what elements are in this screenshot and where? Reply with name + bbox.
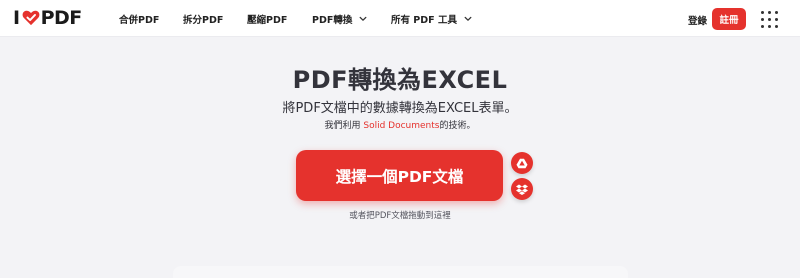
credit-prefix: 我們利用 xyxy=(324,121,364,131)
select-pdf-button[interactable]: 選擇一個PDF文檔 xyxy=(296,150,503,201)
nav-all-pdf-tools[interactable]: 所有 PDF 工具 xyxy=(391,12,472,26)
nav-compress-pdf[interactable]: 壓縮PDF xyxy=(247,12,287,26)
nav-label: PDF轉換 xyxy=(312,15,353,26)
nav-split-pdf[interactable]: 拆分PDF xyxy=(183,12,223,26)
nav-label: 所有 PDF 工具 xyxy=(391,15,457,26)
chevron-down-icon xyxy=(359,16,367,21)
chevron-down-icon xyxy=(464,16,472,21)
grid-dots-icon[interactable] xyxy=(760,10,778,28)
nav-merge-pdf[interactable]: 合併PDF xyxy=(119,12,159,26)
logo-suffix: PDF xyxy=(40,7,83,29)
technology-credit: 我們利用 Solid Documents的技術。 xyxy=(0,118,800,131)
login-link[interactable]: 登錄 xyxy=(688,13,707,27)
nav-convert-pdf[interactable]: PDF轉換 xyxy=(312,12,367,26)
dropbox-icon xyxy=(516,184,528,195)
drag-drop-hint: 或者把PDF文檔拖動到這裡 xyxy=(349,211,451,221)
dropbox-button[interactable] xyxy=(511,178,533,200)
page-subtitle: 將PDF文檔中的數據轉換為EXCEL表單。 xyxy=(282,101,518,116)
google-drive-button[interactable] xyxy=(511,152,533,174)
solid-documents-link[interactable]: Solid Documents xyxy=(363,121,439,131)
credit-suffix: 的技術。 xyxy=(439,121,476,131)
logo-prefix: I xyxy=(13,7,20,29)
top-header: I PDF 合併PDF 拆分PDF 壓縮PDF PDF轉換 所有 PDF 工具 … xyxy=(0,0,800,37)
page-title: PDF轉換為EXCEL xyxy=(292,66,508,94)
signup-button[interactable]: 註冊 xyxy=(712,8,746,30)
google-drive-icon xyxy=(516,158,528,168)
heart-check-icon xyxy=(22,10,39,26)
nav-label: 壓縮PDF xyxy=(247,15,288,26)
nav-label: 拆分PDF xyxy=(183,15,224,26)
nav-label: 合併PDF xyxy=(119,15,160,26)
content-panel-edge xyxy=(173,266,628,278)
ilovepdf-logo[interactable]: I PDF xyxy=(13,6,82,30)
